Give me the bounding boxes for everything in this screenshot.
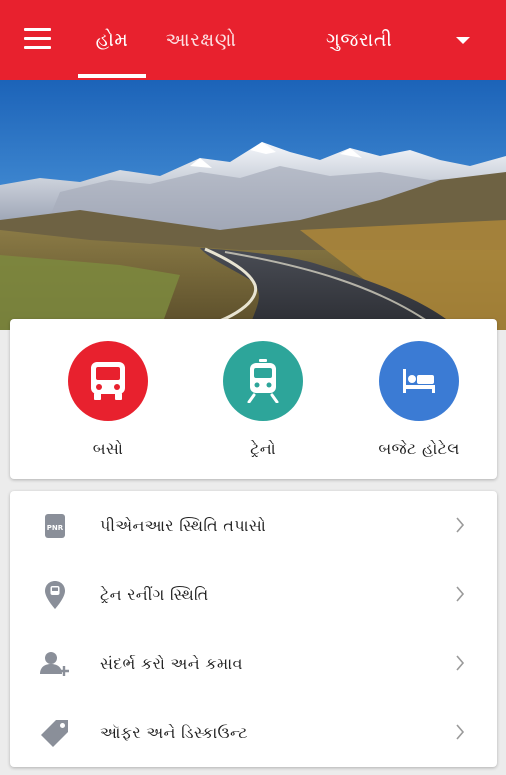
language-label: ગુજરાતી [326, 29, 393, 51]
train-running-status-label: ટ્રેન રનીંગ સ્થિતિ [100, 584, 209, 604]
active-tab-indicator [78, 74, 146, 78]
app-bar: હોમ આરક્ષણો ગુજરાતી [0, 0, 506, 80]
pnr-icon-text: PNR [47, 524, 64, 532]
language-selector[interactable]: ગુજરાતી [326, 0, 478, 80]
mountain-road-image [0, 80, 506, 330]
trains-button[interactable]: ટ્રેનો [193, 341, 333, 471]
list-item-train-running-status[interactable]: ટ્રેન રનીંગ સ્થિતિ [10, 560, 497, 629]
chevron-right-icon [456, 724, 465, 740]
tab-bookings[interactable]: આરક્ષણો [158, 0, 244, 80]
tab-home-label: હોમ [95, 29, 129, 51]
budget-hotel-button[interactable]: બજેટ હોટેલ [349, 341, 489, 471]
pnr-status-label: પીએનઆર સ્થિતિ તપાસો [100, 515, 267, 535]
tag-icon [40, 718, 70, 748]
bus-icon [91, 362, 125, 400]
tab-home[interactable]: હોમ [78, 0, 146, 80]
chevron-right-icon [456, 517, 465, 533]
trains-label: ટ્રેનો [250, 439, 276, 458]
bus-icon-circle [68, 341, 148, 421]
add-person-icon [40, 649, 70, 679]
train-icon [247, 359, 279, 403]
services-list-card: PNR પીએનઆર સ્થિતિ તપાસો ટ્રેન રનીંગ સ્થિ… [10, 491, 497, 767]
list-item-pnr-status[interactable]: PNR પીએનઆર સ્થિતિ તપાસો [10, 491, 497, 560]
pnr-ticket-icon: PNR [40, 511, 70, 541]
bed-icon [403, 369, 435, 393]
list-item-refer-and-earn[interactable]: સંદર્ભ કરો અને કમાવ [10, 629, 497, 698]
tab-bookings-label: આરક્ષણો [165, 29, 237, 51]
bed-icon-circle [379, 341, 459, 421]
train-icon-circle [223, 341, 303, 421]
chevron-right-icon [456, 586, 465, 602]
hamburger-menu-icon[interactable] [24, 28, 51, 50]
offers-and-discounts-label: ઑફર અને ડિસ્કાઉન્ટ [100, 722, 248, 742]
hero-banner [0, 80, 506, 330]
chevron-right-icon [456, 655, 465, 671]
buses-button[interactable]: બસો [38, 341, 178, 471]
location-pin-icon [40, 580, 70, 610]
budget-hotel-label: બજેટ હોટેલ [378, 439, 460, 458]
quick-actions-card: બસો ટ્રેનો બજેટ હોટેલ [10, 319, 497, 479]
list-item-offers-and-discounts[interactable]: ઑફર અને ડિસ્કાઉન્ટ [10, 698, 497, 767]
refer-and-earn-label: સંદર્ભ કરો અને કમાવ [100, 653, 243, 673]
caret-down-icon [456, 37, 470, 44]
buses-label: બસો [92, 439, 124, 458]
